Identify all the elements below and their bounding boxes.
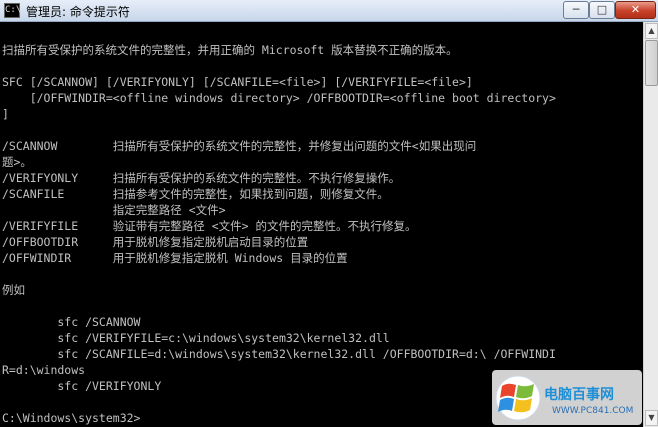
console-line: /VERIFYFILE 验证带有完整路径 <文件> 的文件的完整性。不执行修复。: [2, 219, 417, 233]
watermark-url: WWW.PC841.COM: [552, 406, 634, 416]
window-title: 管理员: 命令提示符: [26, 5, 130, 19]
console-line: /SCANFILE 扫描参考文件的完整性，如果找到问题，则修复文件。: [2, 187, 389, 201]
console-line: 指定完整路径 <文件>: [2, 203, 226, 217]
command-prompt-line[interactable]: C:\Windows\system32>: [2, 410, 140, 426]
console-line: /OFFWINDIR 用于脱机修复指定脱机 Windows 目录的位置: [2, 251, 348, 265]
console-line: sfc /VERIFYONLY: [2, 379, 162, 393]
console-line: /VERIFYONLY 扫描所有受保护的系统文件的完整性。不执行修复操作。: [2, 171, 401, 185]
scroll-down-arrow-icon[interactable]: ▼: [645, 410, 658, 426]
title-bar[interactable]: C:\ 管理员: 命令提示符 ─ □ ✕: [0, 0, 658, 22]
vertical-scrollbar[interactable]: ▲ ▼: [643, 22, 658, 427]
console-line: /OFFBOOTDIR 用于脱机修复指定脱机启动目录的位置: [2, 235, 309, 249]
console-line: sfc /SCANNOW: [2, 315, 141, 329]
console-line: 题>。: [2, 155, 32, 169]
scroll-up-arrow-icon[interactable]: ▲: [645, 23, 658, 39]
console-line: R=d:\windows: [2, 363, 86, 377]
console-output[interactable]: 扫描所有受保护的系统文件的完整性，并用正确的 Microsoft 版本替换不正确…: [0, 22, 643, 427]
windows-flag-icon: [495, 375, 541, 421]
watermark-logo: 电脑百事网 WWW.PC841.COM: [492, 370, 642, 425]
console-line: 扫描所有受保护的系统文件的完整性，并用正确的 Microsoft 版本替换不正确…: [2, 43, 458, 57]
minimize-button[interactable]: ─: [563, 1, 589, 19]
console-line: sfc /SCANFILE=d:\windows\system32\kernel…: [2, 347, 556, 361]
console-line: sfc /VERIFYFILE=c:\windows\system32\kern…: [2, 331, 390, 345]
console-line: ]: [2, 107, 9, 121]
console-line: 例如: [2, 283, 25, 297]
console-line: /SCANNOW 扫描所有受保护的系统文件的完整性，并修复出问题的文件<如果出现…: [2, 139, 477, 153]
close-button[interactable]: ✕: [615, 1, 656, 19]
watermark-brand: 电脑百事网: [544, 387, 614, 403]
command-prompt-icon[interactable]: C:\: [4, 3, 21, 18]
scrollbar-thumb[interactable]: [645, 40, 658, 86]
maximize-button[interactable]: □: [589, 1, 615, 19]
console-line: [/OFFWINDIR=<offline windows directory> …: [2, 91, 556, 105]
console-line: SFC [/SCANNOW] [/VERIFYONLY] [/SCANFILE=…: [2, 75, 473, 89]
